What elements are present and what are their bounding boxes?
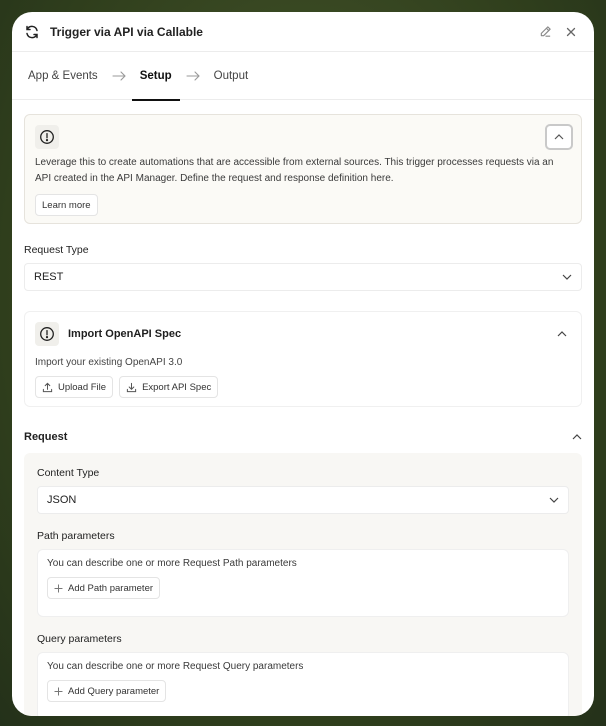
import-spec-card: Import OpenAPI Spec Import your existing… [24, 311, 582, 407]
path-parameters-box: You can describe one or more Request Pat… [37, 549, 569, 617]
info-card: Leverage this to create automations that… [24, 114, 582, 224]
request-body: Content Type JSON Path parameters You ca… [24, 453, 582, 716]
request-type-label: Request Type [24, 244, 89, 256]
request-section-header[interactable]: Request [24, 429, 582, 445]
path-parameters-text: You can describe one or more Request Pat… [47, 558, 297, 569]
import-spec-title: Import OpenAPI Spec [68, 328, 182, 340]
alert-icon [35, 125, 59, 149]
add-query-parameter-label: Add Query parameter [68, 685, 160, 697]
plus-icon [54, 583, 63, 593]
trigger-panel: Trigger via API via Callable App & Event… [12, 12, 594, 716]
close-button[interactable] [560, 21, 582, 43]
sync-icon [24, 24, 40, 40]
chevron-up-icon [572, 434, 582, 440]
edit-button[interactable] [534, 21, 556, 43]
close-icon [566, 27, 576, 36]
step-tabs: App & Events Setup Output [12, 52, 594, 101]
setup-content: Leverage this to create automations that… [12, 114, 594, 716]
export-api-spec-label: Export API Spec [142, 381, 212, 393]
chevron-up-icon [557, 331, 567, 337]
info-description: Leverage this to create automations that… [35, 157, 554, 184]
request-type-value: REST [34, 271, 64, 283]
add-path-parameter-button[interactable]: Add Path parameter [47, 577, 161, 599]
learn-more-button[interactable]: Learn more [35, 194, 98, 216]
download-icon [126, 382, 137, 392]
arrow-right-icon [112, 70, 126, 81]
plus-icon [54, 686, 63, 696]
add-query-parameter-button[interactable]: Add Query parameter [47, 680, 167, 702]
tab-setup[interactable]: Setup [131, 52, 180, 101]
query-parameters-box: You can describe one or more Request Que… [37, 652, 569, 716]
panel-title: Trigger via API via Callable [50, 24, 203, 39]
add-path-parameter-label: Add Path parameter [68, 582, 154, 594]
path-parameters-label: Path parameters [37, 530, 115, 542]
query-parameters-label: Query parameters [37, 633, 122, 645]
upload-icon [42, 382, 53, 392]
panel-header: Trigger via API via Callable [12, 12, 594, 52]
request-title: Request [24, 431, 68, 443]
chevron-up-icon [554, 134, 564, 140]
pencil-icon [540, 26, 551, 37]
chevron-down-icon [562, 274, 572, 280]
request-type-select[interactable]: REST [24, 263, 582, 291]
upload-file-label: Upload File [58, 381, 107, 393]
arrow-right-icon [186, 70, 200, 81]
query-parameters-text: You can describe one or more Request Que… [47, 661, 304, 672]
tab-app-events[interactable]: App & Events [28, 52, 98, 100]
tab-output[interactable]: Output [214, 52, 249, 100]
export-api-spec-button[interactable]: Export API Spec [119, 376, 219, 398]
collapse-info-button[interactable] [545, 124, 573, 150]
content-type-label: Content Type [37, 467, 100, 479]
content-type-value: JSON [47, 494, 77, 506]
chevron-down-icon [549, 497, 559, 503]
collapse-import-button[interactable] [553, 327, 571, 341]
upload-file-button[interactable]: Upload File [35, 376, 114, 398]
import-spec-subtitle: Import your existing OpenAPI 3.0 [35, 357, 183, 368]
alert-icon [35, 322, 59, 346]
content-type-select[interactable]: JSON [37, 486, 569, 514]
